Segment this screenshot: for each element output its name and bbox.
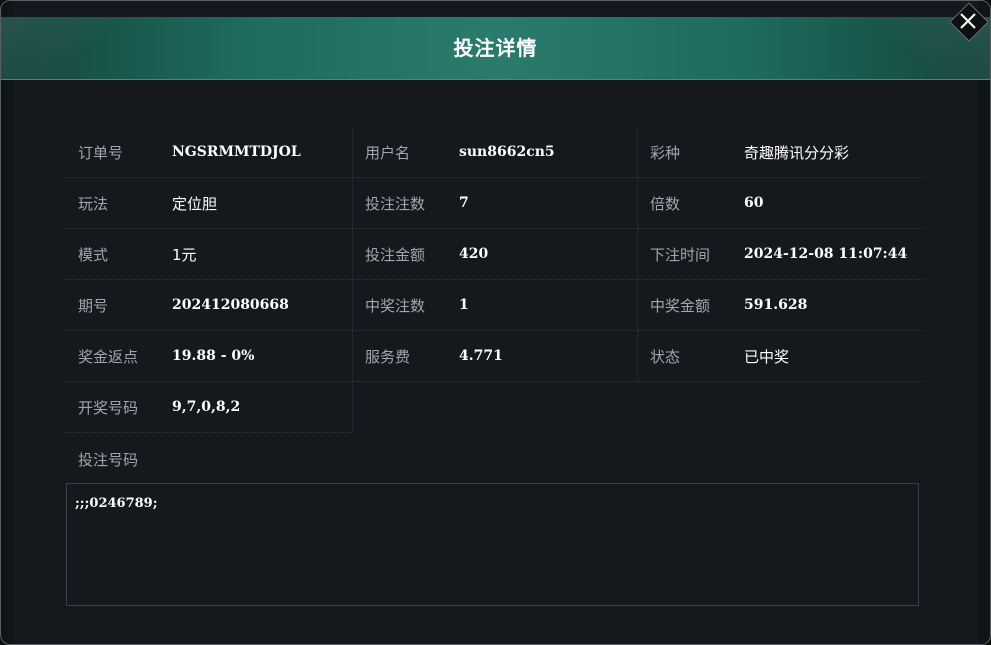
right-border-strip [978,1,990,644]
lottery-value: 奇趣腾讯分分彩 [744,143,850,162]
order-no-value: NGSRMMTDJOL [172,144,301,160]
bet-count-label: 投注注数 [365,194,426,213]
bet-amount-value: 420 [459,246,489,262]
win-count-value: 1 [459,297,469,313]
detail-row: 订单号 NGSRMMTDJOL 用户名 sun8662cn5 彩种 奇趣腾讯分分… [66,127,925,178]
empty-cell [638,382,924,433]
bet-amount-label: 投注金额 [365,245,426,264]
rebate-cell: 奖金返点 19.88 - 0% [66,331,352,382]
detail-row: 模式 1元 投注金额 420 下注时间 2024-12-08 11:07:44 [66,229,925,280]
bet-time-cell: 下注时间 2024-12-08 11:07:44 [638,229,924,280]
service-fee-value: 4.771 [459,348,503,364]
close-icon [960,13,976,29]
dialog-header: 投注详情 [1,17,990,80]
bet-numbers-box: ;;;0246789; [66,483,919,606]
bet-count-value: 7 [459,195,469,211]
left-border-strip [1,1,13,644]
detail-row: 期号 202412080668 中奖注数 1 中奖金额 591.628 [66,280,925,331]
rebate-label: 奖金返点 [78,347,139,366]
detail-row: 开奖号码 9,7,0,8,2 [66,382,925,433]
win-amount-value: 591.628 [744,297,808,313]
bet-time-value: 2024-12-08 11:07:44 [744,246,908,262]
multiple-cell: 倍数 60 [638,178,924,229]
detail-row: 玩法 定位胆 投注注数 7 倍数 60 [66,178,925,229]
bet-numbers-value: ;;;0246789; [75,496,158,511]
rebate-value: 19.88 - 0% [172,348,255,364]
order-no-label: 订单号 [78,143,124,162]
service-fee-label: 服务费 [365,347,411,366]
play-value: 定位胆 [172,194,218,213]
draw-numbers-cell: 开奖号码 9,7,0,8,2 [66,382,352,433]
username-value: sun8662cn5 [459,144,555,160]
multiple-label: 倍数 [650,194,681,213]
detail-grid: 订单号 NGSRMMTDJOL 用户名 sun8662cn5 彩种 奇趣腾讯分分… [66,127,925,433]
order-no-cell: 订单号 NGSRMMTDJOL [66,127,352,178]
status-cell: 状态 已中奖 [638,331,924,382]
bet-detail-dialog: 投注详情 订单号 NGSRMMTDJOL 用户名 sun8662cn5 彩种 奇… [0,0,991,645]
close-button[interactable] [949,2,989,42]
service-fee-cell: 服务费 4.771 [352,331,638,382]
play-cell: 玩法 定位胆 [66,178,352,229]
multiple-value: 60 [744,195,764,211]
bet-numbers-label: 投注号码 [78,451,139,469]
mode-label: 模式 [78,245,109,264]
bet-time-label: 下注时间 [650,245,711,264]
win-amount-cell: 中奖金额 591.628 [638,280,924,331]
bet-amount-cell: 投注金额 420 [352,229,638,280]
draw-numbers-value: 9,7,0,8,2 [172,399,241,415]
lottery-cell: 彩种 奇趣腾讯分分彩 [638,127,924,178]
win-amount-label: 中奖金额 [650,296,711,315]
dialog-title: 投注详情 [453,36,538,60]
mode-value: 1元 [172,245,197,264]
issue-value: 202412080668 [172,297,289,313]
status-value: 已中奖 [744,347,790,366]
draw-numbers-label: 开奖号码 [78,398,139,417]
issue-cell: 期号 202412080668 [66,280,352,331]
play-label: 玩法 [78,194,109,213]
mode-cell: 模式 1元 [66,229,352,280]
issue-label: 期号 [78,296,109,315]
empty-cell [352,382,638,433]
lottery-label: 彩种 [650,143,681,162]
win-count-label: 中奖注数 [365,296,426,315]
win-count-cell: 中奖注数 1 [352,280,638,331]
username-label: 用户名 [365,143,411,162]
status-label: 状态 [650,347,681,366]
detail-row: 奖金返点 19.88 - 0% 服务费 4.771 状态 已中奖 [66,331,925,382]
username-cell: 用户名 sun8662cn5 [352,127,638,178]
bet-count-cell: 投注注数 7 [352,178,638,229]
